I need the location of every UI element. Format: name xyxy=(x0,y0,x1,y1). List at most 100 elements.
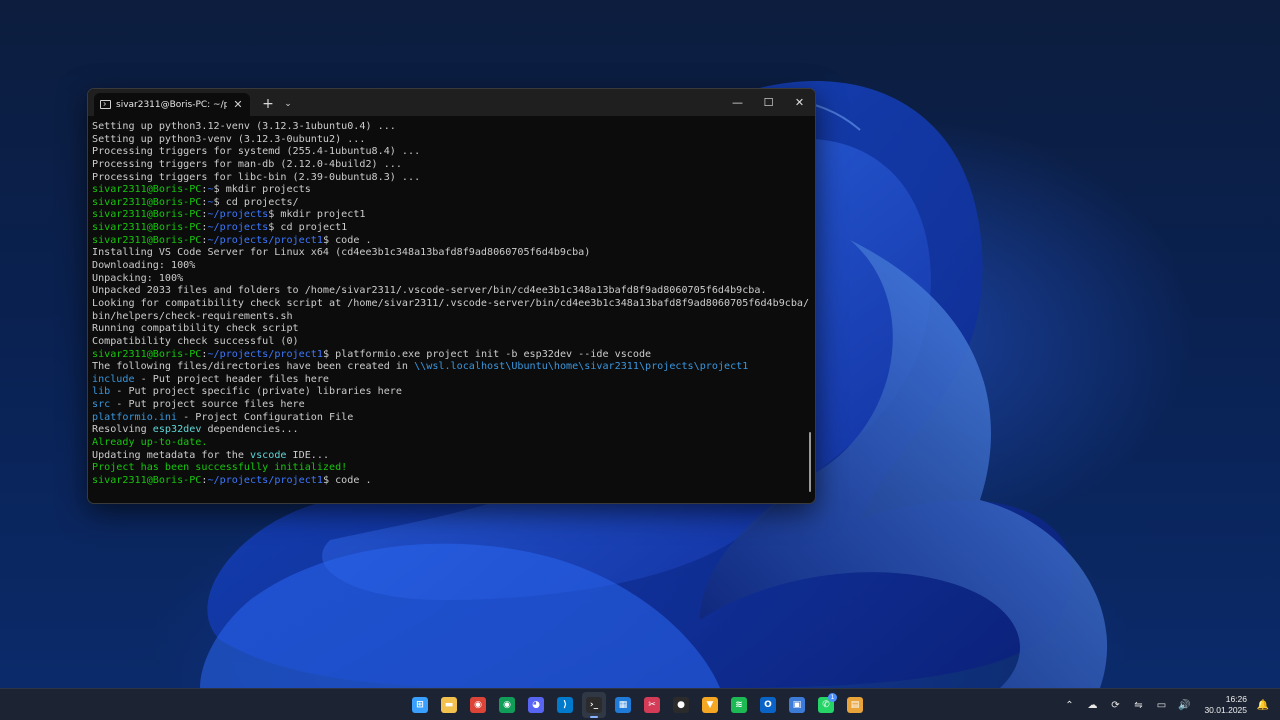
terminal-text-segment: sivar2311@Boris-PC xyxy=(92,222,202,234)
terminal-text-segment: sivar2311@Boris-PC xyxy=(92,184,202,196)
taskbar-chrome-profile[interactable]: ◉ xyxy=(495,692,519,718)
close-tab-icon[interactable]: ✕ xyxy=(232,98,244,111)
terminal-text-segment: $ mkdir project1 xyxy=(268,209,366,221)
terminal-text-segment: IDE... xyxy=(286,449,330,461)
terminal-window[interactable]: sivar2311@Boris-PC: ~/projec ✕ + ⌄ — ☐ ✕… xyxy=(87,88,816,504)
terminal-text-segment: Processing triggers for man-db (2.12.0-4… xyxy=(92,158,402,170)
taskbar-snipping-tool[interactable]: ✂ xyxy=(640,692,664,718)
terminal-text-segment: Resolving xyxy=(92,424,153,436)
cloud-icon[interactable]: ☁ xyxy=(1085,700,1099,711)
taskbar-pinned-apps: ⊞ ▬ ◉ ◉ ◕ ⟩ ›_ ▦ ✂ ● ▼ ≋ O ▣ ✆ 1 ▤ xyxy=(408,692,867,718)
terminal-line: The following files/directories have bee… xyxy=(92,361,815,374)
network-icon[interactable]: ⇋ xyxy=(1131,700,1145,711)
terminal-text-segment: Downloading: 100% xyxy=(92,260,196,272)
taskbar-calculator[interactable]: ▦ xyxy=(611,692,635,718)
display-icon[interactable]: ▭ xyxy=(1154,700,1168,711)
discord-icon: ◕ xyxy=(528,697,544,713)
terminal-titlebar[interactable]: sivar2311@Boris-PC: ~/projec ✕ + ⌄ — ☐ ✕ xyxy=(88,89,815,116)
taskbar-discord[interactable]: ◕ xyxy=(524,692,548,718)
terminal-line: Unpacked 2033 files and folders to /home… xyxy=(92,285,815,298)
clock[interactable]: 16:26 30.01.2025 xyxy=(1204,694,1247,716)
terminal-text-segment: - Put project header files here xyxy=(134,373,330,385)
taskbar-whatsapp[interactable]: ✆ 1 xyxy=(814,692,838,718)
terminal-line: sivar2311@Boris-PC:~/projects/project1$ … xyxy=(92,349,815,362)
taskbar-vscode[interactable]: ⟩ xyxy=(553,692,577,718)
terminal-line: lib - Put project specific (private) lib… xyxy=(92,386,815,399)
chevron-down-icon[interactable]: ⌄ xyxy=(278,92,298,116)
terminal-scrollbar[interactable] xyxy=(809,432,811,492)
terminal-line: Setting up python3.12-venv (3.12.3-1ubun… xyxy=(92,121,815,134)
terminal-text-segment: Unpacking: 100% xyxy=(92,272,184,284)
terminal-line: sivar2311@Boris-PC:~/projects/project1$ … xyxy=(92,235,815,248)
terminal-text-segment: ~/projects xyxy=(207,209,269,221)
snipping-icon: ✂ xyxy=(644,697,660,713)
terminal-text-segment: $ code . xyxy=(322,234,372,246)
terminal-line: src - Put project source files here xyxy=(92,399,815,412)
chrome-icon: ◉ xyxy=(470,697,486,713)
terminal-line: sivar2311@Boris-PC:~$ mkdir projects xyxy=(92,184,815,197)
terminal-text-segment: src xyxy=(92,399,111,411)
terminal-line: Unpacking: 100% xyxy=(92,273,815,286)
terminal-line: Processing triggers for man-db (2.12.0-4… xyxy=(92,159,815,172)
terminal-line: Setting up python3-venv (3.12.3-0ubuntu2… xyxy=(92,134,815,147)
terminal-text-segment: $ cd projects/ xyxy=(213,196,299,208)
chevron-up-icon[interactable]: ⌃ xyxy=(1062,700,1076,711)
taskbar-brave[interactable]: ▼ xyxy=(698,692,722,718)
brave-icon: ▼ xyxy=(702,697,718,713)
start-button[interactable]: ⊞ xyxy=(408,692,432,718)
terminal-text-segment: sivar2311@Boris-PC xyxy=(92,474,202,486)
volume-icon[interactable]: 🔊 xyxy=(1177,700,1191,711)
terminal-line: sivar2311@Boris-PC:~/projects/project1$ … xyxy=(92,475,815,488)
terminal-text-segment: - Put project source files here xyxy=(110,399,305,411)
terminal-tab[interactable]: sivar2311@Boris-PC: ~/projec ✕ xyxy=(94,93,250,116)
terminal-line: Already up-to-date. xyxy=(92,437,815,450)
terminal-text-segment: bin/helpers/check-requirements.sh xyxy=(92,310,293,322)
terminal-output[interactable]: Setting up python3.12-venv (3.12.3-1ubun… xyxy=(88,116,815,503)
taskbar-store[interactable]: ▤ xyxy=(843,692,867,718)
taskbar-file-explorer[interactable]: ▬ xyxy=(437,692,461,718)
terminal-text-segment: Processing triggers for systemd (255.4-1… xyxy=(92,146,421,158)
sync-icon[interactable]: ⟳ xyxy=(1108,700,1122,711)
terminal-line: Processing triggers for systemd (255.4-1… xyxy=(92,146,815,159)
maximize-button[interactable]: ☐ xyxy=(753,89,784,116)
terminal-line: Resolving esp32dev dependencies... xyxy=(92,424,815,437)
terminal-text-segment: Unpacked 2033 files and folders to /home… xyxy=(92,285,767,297)
terminal-text-segment: Setting up python3-venv (3.12.3-0ubuntu2… xyxy=(92,133,366,145)
terminal-text-segment: $ cd project1 xyxy=(268,222,348,234)
spotify-icon: ≋ xyxy=(731,697,747,713)
tab-title: sivar2311@Boris-PC: ~/projec xyxy=(116,99,227,110)
terminal-text-segment: $ platformio.exe project init -b esp32de… xyxy=(322,348,652,360)
taskbar-github[interactable]: ● xyxy=(669,692,693,718)
new-tab-button[interactable]: + xyxy=(258,92,278,116)
terminal-line: Running compatibility check script xyxy=(92,323,815,336)
vscode-icon: ⟩ xyxy=(557,697,573,713)
terminal-text-segment: The following files/directories have bee… xyxy=(92,361,415,373)
folder-icon: ▬ xyxy=(441,697,457,713)
terminal-text-segment: include xyxy=(92,373,135,385)
terminal-text-segment: vscode xyxy=(250,449,287,461)
terminal-text-segment: dependencies... xyxy=(201,424,299,436)
terminal-line: Processing triggers for libc-bin (2.39-0… xyxy=(92,172,815,185)
terminal-line: Project has been successfully initialize… xyxy=(92,462,815,475)
terminal-text-segment: Running compatibility check script xyxy=(92,323,299,335)
terminal-text-segment: Compatibility check successful (0) xyxy=(92,335,299,347)
terminal-text-segment: sivar2311@Boris-PC xyxy=(92,209,202,221)
terminal-text-segment: - Put project specific (private) librari… xyxy=(110,386,402,398)
remote-desktop-icon: ▣ xyxy=(789,697,805,713)
taskbar-outlook[interactable]: O xyxy=(756,692,780,718)
terminal-line: sivar2311@Boris-PC:~/projects$ cd projec… xyxy=(92,222,815,235)
close-window-button[interactable]: ✕ xyxy=(784,89,815,116)
calculator-icon: ▦ xyxy=(615,697,631,713)
taskbar-remote-desktop[interactable]: ▣ xyxy=(785,692,809,718)
minimize-button[interactable]: — xyxy=(722,89,753,116)
taskbar-spotify[interactable]: ≋ xyxy=(727,692,751,718)
taskbar-terminal[interactable]: ›_ xyxy=(582,692,606,718)
terminal-text-segment: $ mkdir projects xyxy=(213,184,311,196)
clock-date: 30.01.2025 xyxy=(1204,705,1247,715)
terminal-text-segment: Project has been successfully initialize… xyxy=(92,462,348,474)
terminal-text-segment: \\wsl.localhost\Ubuntu\home\sivar2311\pr… xyxy=(414,361,749,373)
taskbar-chrome[interactable]: ◉ xyxy=(466,692,490,718)
terminal-line: Downloading: 100% xyxy=(92,260,815,273)
terminal-line: bin/helpers/check-requirements.sh xyxy=(92,311,815,324)
notification-bell-icon[interactable]: 🔔 xyxy=(1256,700,1270,711)
